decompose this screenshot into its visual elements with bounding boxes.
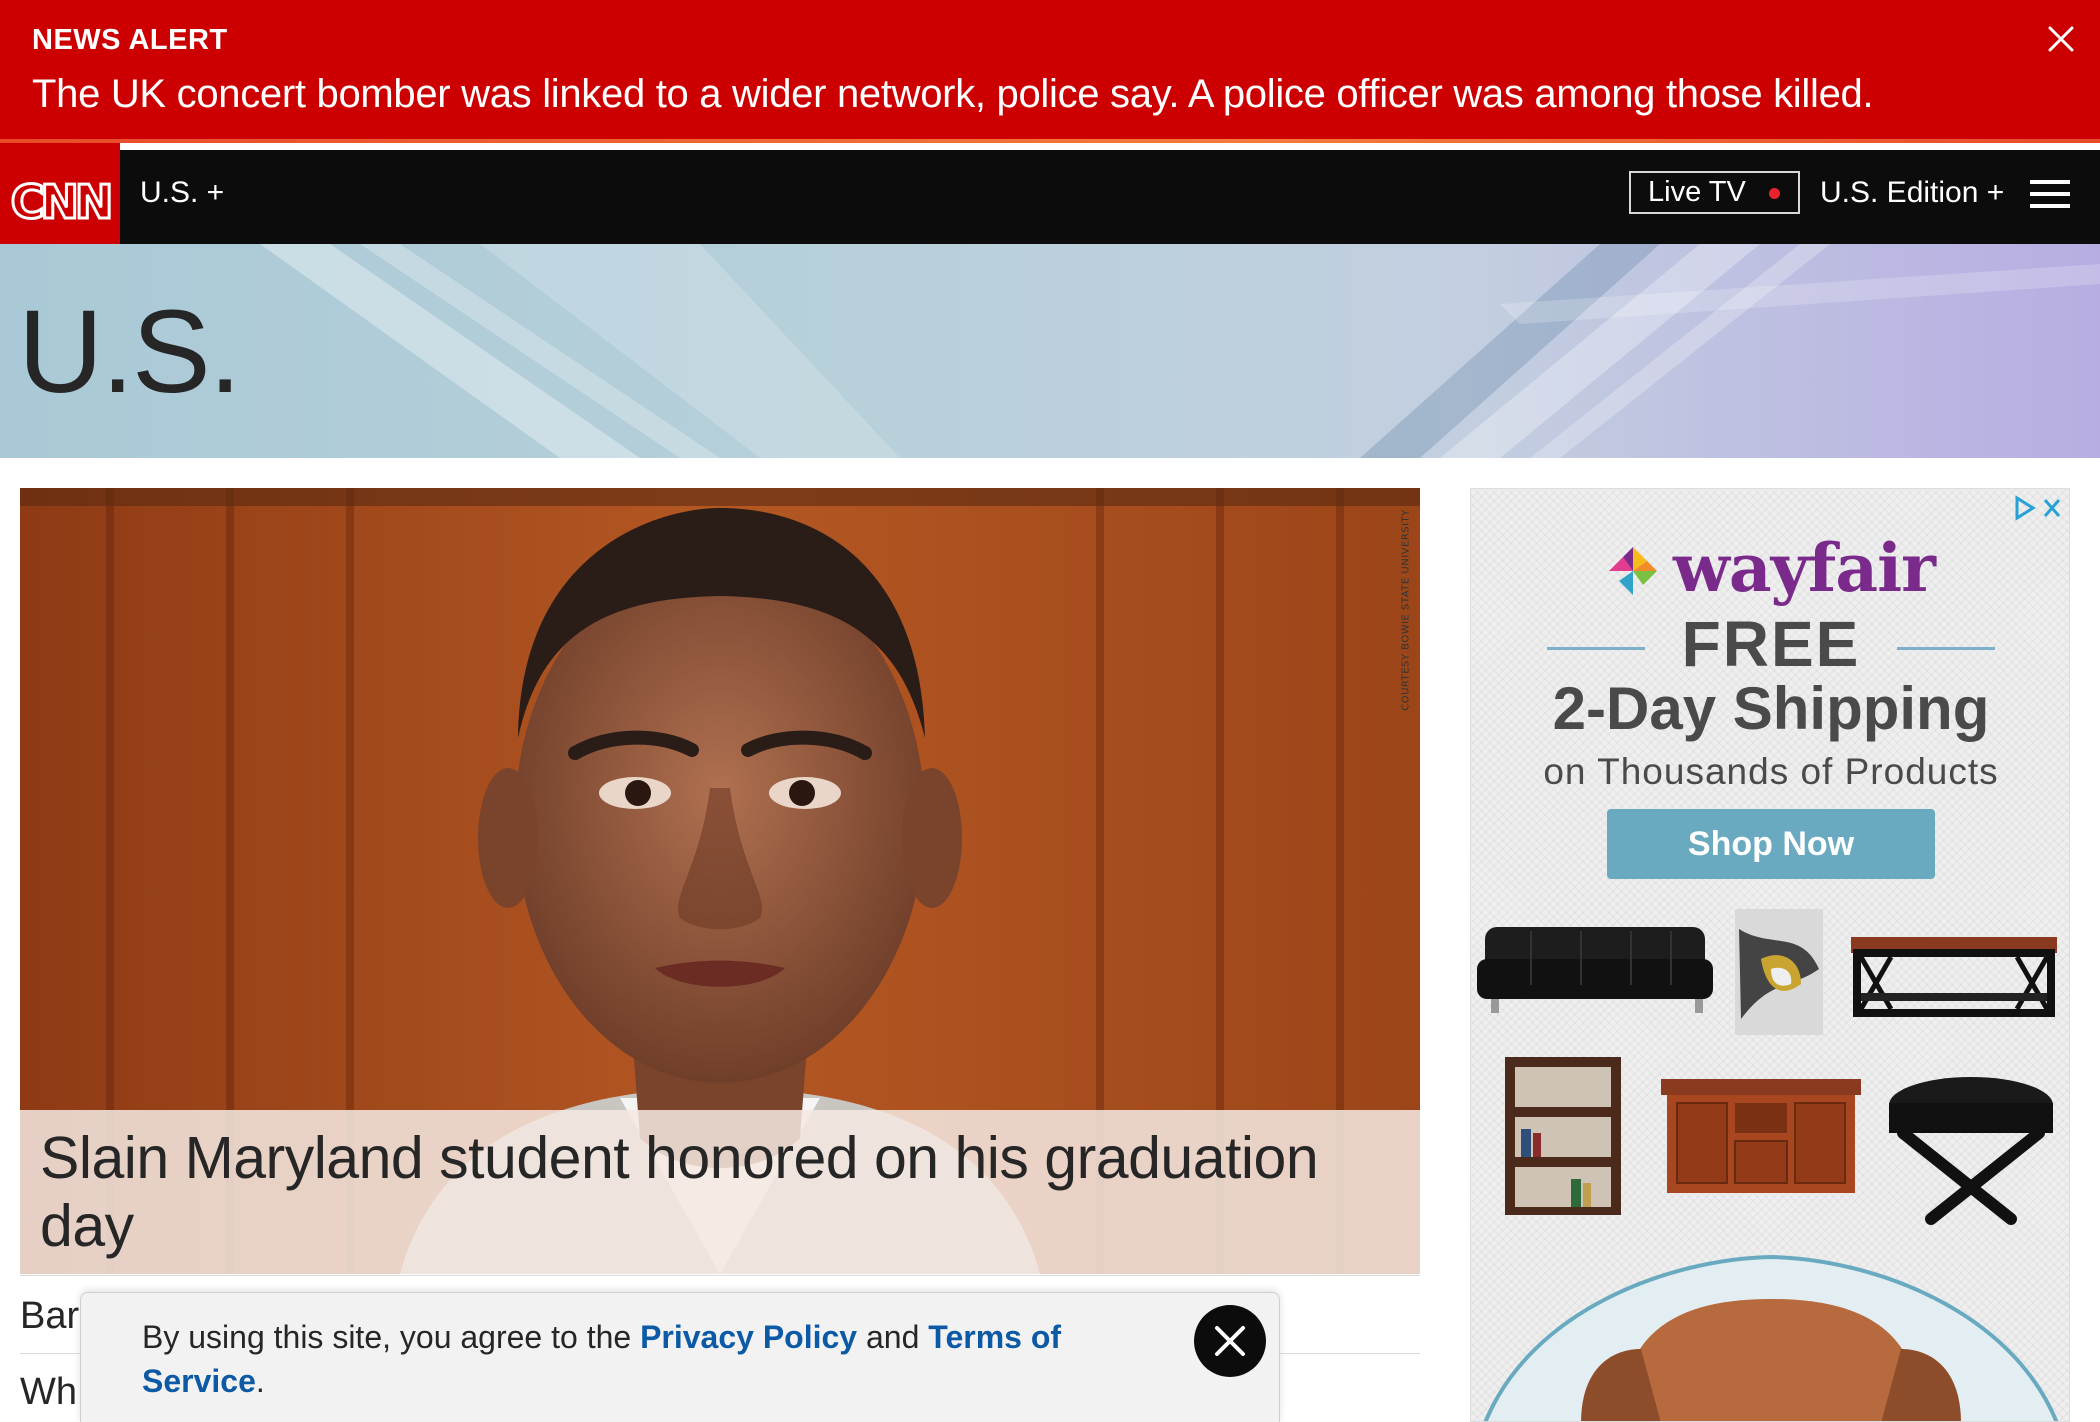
live-tv-label: Live TV <box>1648 176 1746 208</box>
ottoman-image <box>1889 1077 2053 1225</box>
advertisement[interactable]: wayfair FREE 2-Day Shipping on Thousands… <box>1470 488 2070 1422</box>
live-indicator-icon <box>1769 188 1780 199</box>
photo-credit: COURTESY BOWIE STATE UNIVERSITY <box>1398 495 1414 725</box>
cnn-logo-text: CNN <box>11 175 110 229</box>
consent-message: By using this site, you agree to the Pri… <box>142 1315 1102 1403</box>
hamburger-menu-icon[interactable] <box>2030 180 2070 210</box>
wayfair-logo[interactable]: wayfair <box>1603 529 1943 609</box>
headline-link[interactable]: Wh <box>20 1371 77 1414</box>
close-consent-button[interactable] <box>1194 1305 1266 1377</box>
section-menu-us[interactable]: U.S. + <box>140 176 224 210</box>
banner-background <box>260 244 2100 458</box>
top-navigation: CNN U.S. + Live TV U.S. Edition + <box>0 143 2100 262</box>
headline-link[interactable]: Bar <box>20 1295 79 1338</box>
cookie-consent-banner: By using this site, you agree to the Pri… <box>80 1292 1280 1422</box>
ad-product-images <box>1477 909 2059 1421</box>
hero-headline[interactable]: Slain Maryland student honored on his gr… <box>40 1124 1400 1260</box>
consent-text: and <box>857 1319 929 1355</box>
close-icon[interactable] <box>2044 22 2078 56</box>
hero-caption[interactable]: Slain Maryland student honored on his gr… <box>20 1110 1420 1274</box>
tv-stand-image <box>1661 1079 1861 1193</box>
wayfair-pinwheel-icon <box>1609 547 1657 595</box>
sofa-image <box>1477 927 1713 1013</box>
bookcase-image <box>1505 1057 1621 1215</box>
coffee-table-image <box>1851 937 2057 1017</box>
ad-headline-free: FREE <box>1681 608 1861 680</box>
ad-subline: on Thousands of Products <box>1543 751 1999 792</box>
privacy-policy-link[interactable]: Privacy Policy <box>640 1319 857 1355</box>
recliner-image <box>1483 1254 2059 1421</box>
page-title: U.S. <box>18 286 241 418</box>
photo-credit-text: COURTESY BOWIE STATE UNIVERSITY <box>1400 509 1412 711</box>
news-alert-bar[interactable]: NEWS ALERT The UK concert bomber was lin… <box>0 0 2100 143</box>
close-icon <box>1215 1326 1245 1356</box>
adchoices-icon[interactable] <box>2011 495 2065 521</box>
live-tv-button[interactable]: Live TV <box>1629 171 1800 214</box>
divider <box>20 1275 1420 1276</box>
abstract-art-image <box>1735 909 1823 1035</box>
ad-headline-shipping: 2-Day Shipping <box>1552 675 1990 742</box>
news-alert-label: NEWS ALERT <box>32 24 228 56</box>
news-alert-text[interactable]: The UK concert bomber was linked to a wi… <box>32 72 1874 117</box>
section-banner: U.S. <box>0 244 2100 458</box>
wayfair-wordmark: wayfair <box>1673 529 1936 607</box>
consent-text: . <box>255 1363 265 1399</box>
edition-selector[interactable]: U.S. Edition + <box>1820 176 2004 210</box>
consent-text: By using this site, you agree to the <box>142 1319 641 1355</box>
shop-now-button[interactable]: Shop Now <box>1607 809 1935 879</box>
